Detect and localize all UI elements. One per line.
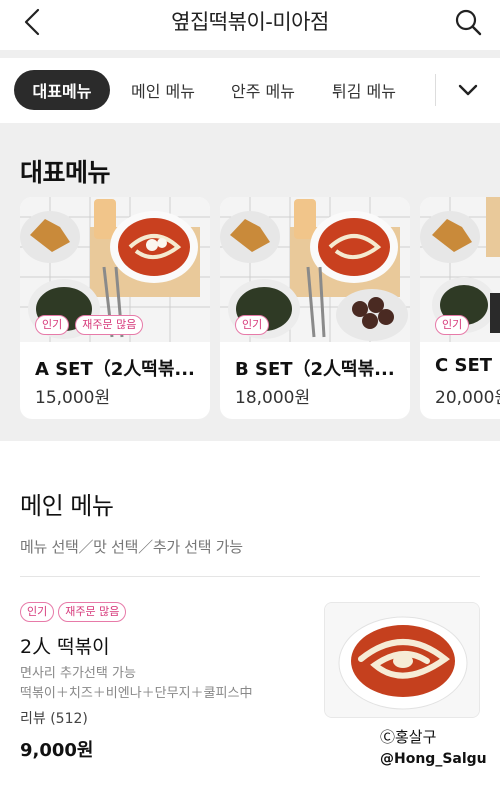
badge-group: 인기 재주문 많음 xyxy=(20,602,127,622)
section-divider xyxy=(20,576,480,577)
watermark-author: Ⓒ홍살구 xyxy=(380,728,437,746)
menu-name: A SET（2人떡볶... xyxy=(35,359,195,380)
menu-price: 15,000원 xyxy=(35,388,111,408)
tab-featured[interactable]: 대표메뉴 xyxy=(14,70,110,110)
reorder-badge: 재주문 많음 xyxy=(58,602,127,622)
menu-components: 떡볶이＋치즈＋비엔나＋단무지＋쿨피스中 xyxy=(20,686,253,701)
tabs-separator xyxy=(435,74,436,106)
tab-main-menu[interactable]: 메인 메뉴 xyxy=(118,70,208,110)
section-description: 메뉴 선택／맛 선택／추가 선택 가능 xyxy=(20,538,243,556)
category-tabs: 대표메뉴 메인 메뉴 안주 메뉴 튀김 메뉴 xyxy=(0,58,500,122)
badge-group: 인기 xyxy=(435,315,470,335)
search-icon xyxy=(455,9,482,36)
popular-badge: 인기 xyxy=(20,602,55,622)
menu-name: C SET xyxy=(435,355,493,376)
tab-fried-menu[interactable]: 튀김 메뉴 xyxy=(318,70,410,110)
watermark-handle: @Hong_Salgu xyxy=(380,751,487,767)
header-divider xyxy=(0,50,500,58)
badge-group: 인기 xyxy=(235,315,270,335)
featured-section: 대표메뉴 인기 재주문 많음 A SET（2人떡볶... 15,000원 인기 … xyxy=(0,123,500,441)
food-photo xyxy=(324,602,480,718)
review-count: 리뷰 (512) xyxy=(20,711,88,727)
popular-badge: 인기 xyxy=(235,315,270,335)
search-button[interactable] xyxy=(450,4,486,40)
menu-card-b[interactable]: 인기 B SET（2人떡볶... 18,000원 xyxy=(220,197,410,419)
menu-name: B SET（2人떡볶... xyxy=(235,359,395,380)
badge-group: 인기 재주문 많음 xyxy=(35,315,144,335)
tab-side-menu[interactable]: 안주 메뉴 xyxy=(218,70,308,110)
popular-badge: 인기 xyxy=(35,315,70,335)
chevron-down-icon xyxy=(458,84,478,96)
menu-name: 2人 떡볶이 xyxy=(20,636,110,658)
menu-card-a[interactable]: 인기 재주문 많음 A SET（2人떡볶... 15,000원 xyxy=(20,197,210,419)
tabs-expand-button[interactable] xyxy=(448,72,488,108)
reorder-badge: 재주문 많음 xyxy=(75,315,144,335)
popular-badge: 인기 xyxy=(435,315,470,335)
menu-price: 9,000원 xyxy=(20,740,94,761)
menu-price: 18,000원 xyxy=(235,388,311,408)
app-header: 옆집떡볶이-미아점 xyxy=(0,0,500,44)
section-title: 대표메뉴 xyxy=(20,158,111,187)
watermark: Ⓒ홍살구 @Hong_Salgu xyxy=(380,726,487,767)
section-title: 메인 메뉴 xyxy=(20,492,114,520)
menu-card-c[interactable]: 인기 C SET 20,000원 xyxy=(420,197,500,419)
page-title: 옆집떡볶이-미아점 xyxy=(171,10,329,34)
menu-description: 면사리 추가선택 가능 xyxy=(20,666,136,681)
menu-price: 20,000원 xyxy=(435,388,500,408)
